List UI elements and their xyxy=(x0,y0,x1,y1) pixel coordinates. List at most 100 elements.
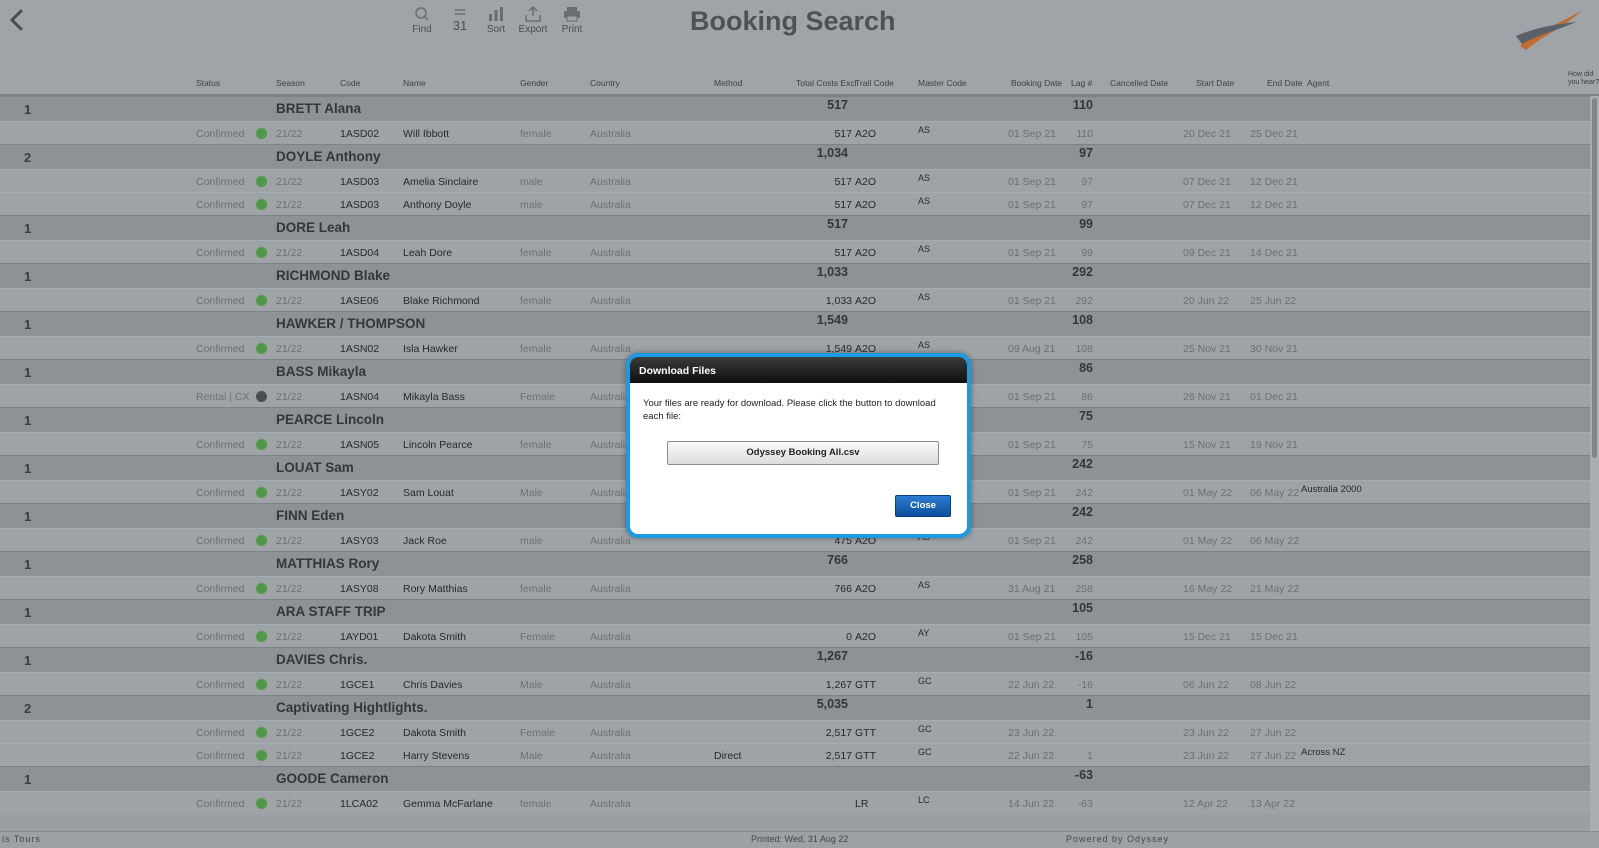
cell-agent: Australia 2000 xyxy=(1301,484,1362,495)
col-code[interactable]: Code xyxy=(340,78,360,88)
print-button[interactable]: Print xyxy=(552,6,592,35)
group-name: LOUAT Sam xyxy=(276,460,354,475)
col-trail-code[interactable]: Trail Code xyxy=(855,78,894,88)
table-row[interactable]: Confirmed 21/22 1ASY08 Rory Matthias female A… xyxy=(0,576,1590,599)
cell-total-cost: 1,267 xyxy=(825,679,852,691)
group-header[interactable]: 1 ARA STAFF TRIP 105 xyxy=(0,599,1590,624)
group-count: 1 xyxy=(24,605,32,620)
cell-name: Sam Louat xyxy=(403,487,454,499)
cell-lag: 1 xyxy=(1087,750,1093,762)
status-dot-icon xyxy=(256,727,267,738)
cell-booking: 01 Sep 21 xyxy=(1008,535,1056,547)
back-icon[interactable] xyxy=(6,8,30,32)
cell-booking: 01 Sep 21 xyxy=(1008,176,1056,188)
col-lag[interactable]: Lag # xyxy=(1071,78,1092,88)
cell-end: 21 May 22 xyxy=(1250,583,1300,595)
export-button[interactable]: Export xyxy=(513,6,553,35)
col-season[interactable]: Season xyxy=(276,78,305,88)
col-agent[interactable]: Agent xyxy=(1307,78,1329,88)
table-row[interactable]: Confirmed 21/22 1ASE06 Blake Richmond female… xyxy=(0,288,1590,311)
table-row[interactable]: Confirmed 21/22 1GCE1 Chris Davies Male Austr… xyxy=(0,672,1590,695)
cell-trail: GTT xyxy=(855,727,876,739)
group-header[interactable]: 1 DAVIES Chris. 1,267 -16 xyxy=(0,647,1590,672)
table-row[interactable]: Confirmed 21/22 1GCE2 Harry Stevens Male Aust… xyxy=(0,743,1590,766)
group-lag: 108 xyxy=(1072,313,1093,327)
cell-start: 26 Nov 21 xyxy=(1183,391,1231,403)
cell-trail: A2O xyxy=(855,631,877,643)
cell-country: Australia xyxy=(590,343,631,355)
record-count: 31 xyxy=(440,8,480,33)
group-header[interactable]: 2 Captivating Hightlights. 5,035 1 xyxy=(0,695,1590,720)
status-dot-icon xyxy=(256,247,267,258)
col-status[interactable]: Status xyxy=(196,78,220,88)
table-row[interactable]: Confirmed 21/22 1ASD03 Amelia Sinclaire male… xyxy=(0,169,1590,192)
cell-master-code: AS xyxy=(918,292,931,302)
sort-button[interactable]: Sort xyxy=(476,6,516,35)
cell-season: 21/22 xyxy=(276,295,303,307)
cell-booking: 01 Sep 21 xyxy=(1008,391,1056,403)
col-booking-date[interactable]: Booking Date xyxy=(1011,78,1062,88)
table-row[interactable]: Confirmed 21/22 1ASD03 Anthony Doyle male Aus… xyxy=(0,192,1590,215)
cell-status: Confirmed xyxy=(196,439,245,451)
status-dot-icon xyxy=(256,199,267,210)
col-name[interactable]: Name xyxy=(403,78,426,88)
group-total-cost: 766 xyxy=(827,553,848,567)
group-lag: 75 xyxy=(1079,409,1093,423)
group-name: FINN Eden xyxy=(276,508,345,523)
cell-start: 15 Nov 21 xyxy=(1183,439,1231,451)
col-country[interactable]: Country xyxy=(590,78,620,88)
group-name: ARA STAFF TRIP xyxy=(276,604,386,619)
cell-name: Blake Richmond xyxy=(403,295,480,307)
table-row[interactable]: Confirmed 21/22 1LCA02 Gemma McFarlane femal… xyxy=(0,791,1590,814)
cell-gender: female xyxy=(520,798,552,810)
group-lag: 258 xyxy=(1072,553,1093,567)
download-file-button[interactable]: Odyssey Booking All.csv xyxy=(667,441,939,465)
group-name: DORE Leah xyxy=(276,220,351,235)
col-end-date[interactable]: End Date xyxy=(1267,78,1302,88)
cell-start: 15 Dec 21 xyxy=(1183,631,1231,643)
search-icon xyxy=(415,7,429,21)
col-cancelled-date[interactable]: Cancelled Date xyxy=(1110,78,1168,88)
cell-name: Isla Hawker xyxy=(403,343,458,355)
cell-master-code: GC xyxy=(918,724,932,734)
group-name: GOODE Cameron xyxy=(276,771,389,786)
find-button[interactable]: Find xyxy=(402,6,442,35)
cell-lag: 292 xyxy=(1075,295,1093,307)
cell-trail: LR xyxy=(855,798,869,810)
cell-code: 1ASN02 xyxy=(340,343,380,355)
cell-season: 21/22 xyxy=(276,727,303,739)
page-title: Booking Search xyxy=(690,6,896,36)
col-total-costs[interactable]: Total Costs Excl xyxy=(796,78,856,88)
cell-name: Leah Dore xyxy=(403,247,453,259)
cell-total-cost: 517 xyxy=(834,247,852,259)
print-label: Print xyxy=(561,24,583,35)
group-header[interactable]: 2 DOYLE Anthony 1,034 97 xyxy=(0,144,1590,169)
scrollbar-thumb[interactable] xyxy=(1592,98,1597,458)
col-gender[interactable]: Gender xyxy=(520,78,548,88)
table-row[interactable]: Confirmed 21/22 1GCE2 Dakota Smith Female Aus… xyxy=(0,720,1590,743)
table-row[interactable]: Confirmed 21/22 1ASD04 Leah Dore female Austr… xyxy=(0,240,1590,263)
table-row[interactable]: Confirmed 21/22 1AYD01 Dakota Smith Female Au… xyxy=(0,624,1590,647)
group-header[interactable]: 1 BRETT Alana 517 110 xyxy=(0,96,1590,121)
group-header[interactable]: 1 DORE Leah 517 99 xyxy=(0,215,1590,240)
group-header[interactable]: 1 HAWKER / THOMPSON 1,549 108 xyxy=(0,311,1590,336)
col-master-code[interactable]: Master Code xyxy=(918,78,967,88)
col-how-did-you-hear[interactable]: How did you hear? xyxy=(1568,71,1599,87)
group-header[interactable]: 1 GOODE Cameron -63 xyxy=(0,766,1590,791)
cell-country: Australia xyxy=(590,199,631,211)
status-dot-icon xyxy=(256,176,267,187)
cell-total-cost: 517 xyxy=(834,128,852,140)
group-lag: 105 xyxy=(1072,601,1093,615)
export-icon xyxy=(525,6,541,22)
close-button[interactable]: Close xyxy=(895,495,951,517)
table-row[interactable]: Confirmed 21/22 1ASD02 Will Ibbott female Aus… xyxy=(0,121,1590,144)
group-header[interactable]: 1 RICHMOND Blake 1,033 292 xyxy=(0,263,1590,288)
cell-season: 21/22 xyxy=(276,631,303,643)
cell-code: 1ASD03 xyxy=(340,176,380,188)
cell-trail: A2O xyxy=(855,583,877,595)
col-method[interactable]: Method xyxy=(714,78,742,88)
cell-master-code: LC xyxy=(918,795,930,805)
group-header[interactable]: 1 MATTHIAS Rory 766 258 xyxy=(0,551,1590,576)
footer-bar: ls Tours Printed: Wed, 31 Aug 22 Powered… xyxy=(0,831,1599,848)
col-start-date[interactable]: Start Date xyxy=(1196,78,1234,88)
